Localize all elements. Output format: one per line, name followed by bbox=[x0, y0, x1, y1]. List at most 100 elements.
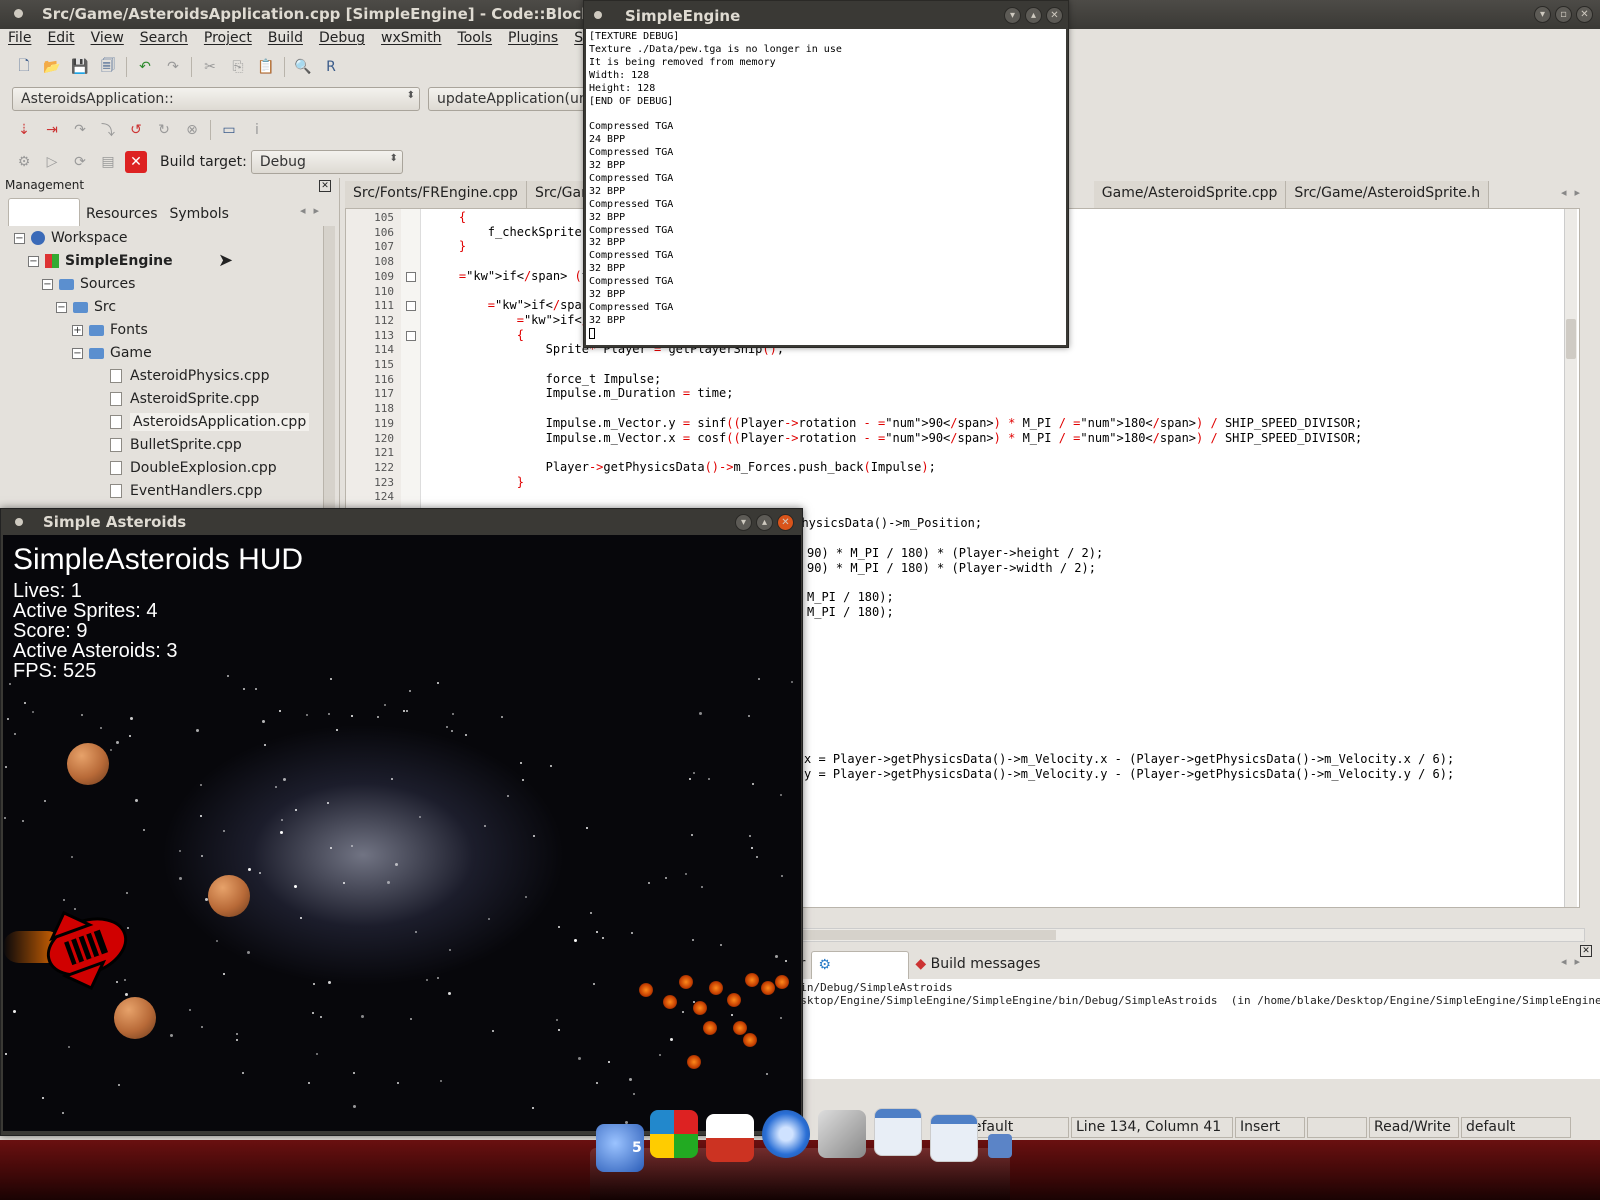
maximize-icon[interactable]: ▫ bbox=[1555, 6, 1572, 23]
maximize-icon[interactable]: ▴ bbox=[756, 514, 773, 531]
minimize-icon[interactable]: ▾ bbox=[735, 514, 752, 531]
editor-tab[interactable]: Src/Game/AsteroidSprite.h bbox=[1286, 181, 1490, 208]
tab-build-messages[interactable]: ◆ Build messages bbox=[909, 951, 1046, 979]
tree-file[interactable]: DoubleExplosion.cpp bbox=[110, 457, 277, 479]
window-icon[interactable] bbox=[930, 1114, 978, 1162]
close-icon[interactable]: ✕ bbox=[1046, 7, 1063, 24]
menu-debug[interactable]: Debug bbox=[311, 29, 373, 51]
game-titlebar[interactable]: Simple Asteroids ▾ ▴ ✕ bbox=[1, 509, 802, 535]
paste-icon[interactable]: 📋 bbox=[255, 56, 277, 78]
redo-icon[interactable]: ↷ bbox=[162, 56, 184, 78]
menu-view[interactable]: View bbox=[83, 29, 132, 51]
tab-projects[interactable] bbox=[8, 198, 80, 226]
menu-search[interactable]: Search bbox=[132, 29, 196, 51]
tree-sources[interactable]: − Sources bbox=[42, 273, 135, 295]
step-out-icon[interactable]: ↺ bbox=[125, 119, 147, 141]
collapse-icon[interactable]: − bbox=[72, 347, 83, 359]
terminal-output[interactable]: [TEXTURE DEBUG] Texture ./Data/pew.tga is… bbox=[586, 29, 1066, 345]
collapse-icon[interactable]: − bbox=[14, 232, 25, 244]
run-to-cursor-icon[interactable]: ⇥ bbox=[41, 119, 63, 141]
tab-symbols[interactable]: Symbols bbox=[164, 202, 235, 226]
expand-icon[interactable]: + bbox=[72, 324, 83, 336]
debug-windows-icon[interactable]: ▭ bbox=[218, 119, 240, 141]
minimize-icon[interactable]: ▾ bbox=[1004, 7, 1021, 24]
function-combo[interactable]: updateApplication(uns bbox=[428, 87, 588, 111]
build-log-output[interactable]: /bin/Debug/SimpleAstroids Desktop/Engine/… bbox=[785, 979, 1600, 1079]
terminal-titlebar[interactable]: SimpleEngine ▾ ▴ ✕ bbox=[584, 1, 1068, 29]
tree-workspace[interactable]: − Workspace bbox=[14, 227, 128, 249]
editor-hscrollbar[interactable] bbox=[785, 928, 1585, 942]
replace-icon[interactable]: R bbox=[320, 56, 342, 78]
collapse-icon[interactable]: − bbox=[56, 301, 67, 313]
scroll-thumb[interactable] bbox=[1566, 319, 1576, 359]
window-icon[interactable] bbox=[874, 1108, 922, 1156]
tab-scroll-arrows-icon[interactable]: ◂▸ bbox=[300, 204, 327, 217]
new-file-icon[interactable]: 🗋 bbox=[13, 56, 35, 78]
tree-project[interactable]: − SimpleEngine bbox=[28, 250, 173, 272]
fold-toggle-icon[interactable] bbox=[406, 271, 416, 282]
save-all-icon[interactable]: 🗐 bbox=[97, 56, 119, 78]
rebuild-icon[interactable]: ▤ bbox=[97, 151, 119, 173]
build-icon[interactable]: ⚙ bbox=[13, 151, 35, 173]
menu-plugins[interactable]: Plugins bbox=[500, 29, 566, 51]
tree-file[interactable]: AsteroidSprite.cpp bbox=[110, 388, 259, 410]
browser-icon[interactable] bbox=[762, 1110, 810, 1158]
editor-vscrollbar[interactable] bbox=[1564, 209, 1577, 907]
cut-icon[interactable]: ✂ bbox=[199, 56, 221, 78]
fold-toggle-icon[interactable] bbox=[406, 301, 416, 312]
save-icon[interactable]: 💾 bbox=[69, 56, 91, 78]
build-target-combo[interactable]: Debug ⬍ bbox=[250, 150, 403, 174]
tree-file-selected[interactable]: AsteroidsApplication.cpp bbox=[110, 411, 310, 433]
abort-icon[interactable]: ✕ bbox=[125, 151, 147, 173]
home-folder-icon[interactable] bbox=[706, 1114, 754, 1162]
stop-debugger-icon[interactable]: ⊗ bbox=[181, 119, 203, 141]
editor-tab[interactable]: Game/AsteroidSprite.cpp bbox=[1093, 181, 1287, 208]
open-file-icon[interactable]: 📂 bbox=[41, 56, 63, 78]
apps-icon[interactable] bbox=[650, 1110, 698, 1158]
window-menu-icon[interactable] bbox=[15, 518, 23, 526]
menu-tools[interactable]: Tools bbox=[450, 29, 501, 51]
tab-build-log[interactable]: ⚙ bbox=[811, 951, 910, 979]
find-icon[interactable]: 🔍 bbox=[292, 56, 314, 78]
scope-combo[interactable]: AsteroidsApplication:: ⬍ bbox=[12, 87, 420, 111]
close-panel-icon[interactable]: ✕ bbox=[319, 180, 331, 192]
tree-src[interactable]: − Src bbox=[56, 296, 116, 318]
step-into-icon[interactable]: ⤵ bbox=[97, 119, 119, 141]
game-canvas[interactable]: SimpleAsteroids HUD Lives: 1 Active Spri… bbox=[3, 535, 801, 1131]
menu-wxsmith[interactable]: wxSmith bbox=[373, 29, 450, 51]
close-icon[interactable]: ✕ bbox=[1576, 6, 1593, 23]
collapse-icon[interactable]: − bbox=[28, 255, 39, 267]
next-line-icon[interactable]: ↷ bbox=[69, 119, 91, 141]
maximize-icon[interactable]: ▴ bbox=[1025, 7, 1042, 24]
tree-file[interactable]: EventHandlers.cpp bbox=[110, 480, 262, 502]
tree-game[interactable]: − Game bbox=[72, 342, 152, 364]
menu-project[interactable]: Project bbox=[196, 29, 260, 51]
info-icon[interactable]: ⅰ bbox=[246, 119, 268, 141]
copy-icon[interactable]: ⎘ bbox=[227, 56, 249, 78]
fold-toggle-icon[interactable] bbox=[406, 330, 416, 341]
image-viewer-icon[interactable] bbox=[818, 1110, 866, 1158]
hscroll-thumb[interactable] bbox=[786, 930, 1056, 940]
close-icon[interactable]: ✕ bbox=[777, 514, 794, 531]
build-run-icon[interactable]: ⟳ bbox=[69, 151, 91, 173]
tab-resources[interactable]: Resources bbox=[80, 202, 164, 226]
tree-file[interactable]: AsteroidPhysics.cpp bbox=[110, 365, 269, 387]
window-menu-icon[interactable] bbox=[14, 9, 23, 18]
menu-file[interactable]: File bbox=[0, 29, 39, 51]
tree-fonts[interactable]: + Fonts bbox=[72, 319, 148, 341]
tree-scrollbar[interactable] bbox=[323, 226, 335, 508]
next-instruction-icon[interactable]: ↻ bbox=[153, 119, 175, 141]
debug-run-icon[interactable]: ⇣ bbox=[13, 119, 35, 141]
window-menu-icon[interactable] bbox=[594, 11, 602, 19]
minimize-icon[interactable]: ▾ bbox=[1534, 6, 1551, 23]
editor-tab[interactable]: Src/Fonts/FREngine.cpp bbox=[345, 181, 527, 208]
collapse-icon[interactable]: − bbox=[42, 278, 53, 290]
run-icon[interactable]: ▷ bbox=[41, 151, 63, 173]
tab-scroll-arrows-icon[interactable]: ◂▸ bbox=[1561, 186, 1588, 199]
menu-build[interactable]: Build bbox=[260, 29, 311, 51]
bug-icon[interactable] bbox=[988, 1134, 1012, 1158]
menu-edit[interactable]: Edit bbox=[39, 29, 82, 51]
tab-scroll-arrows-icon[interactable]: ◂▸ bbox=[1561, 955, 1588, 968]
tree-file[interactable]: BulletSprite.cpp bbox=[110, 434, 242, 456]
undo-icon[interactable]: ↶ bbox=[134, 56, 156, 78]
